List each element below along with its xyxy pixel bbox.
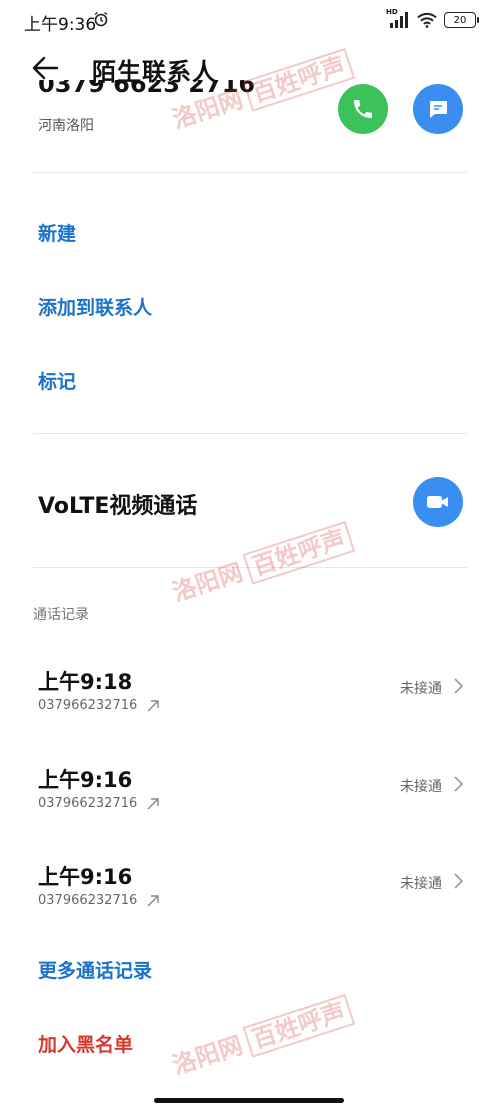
status-time: 上午9:36 (24, 15, 97, 35)
new-contact-link[interactable]: 新建 (38, 219, 76, 246)
hd-badge: HD (386, 8, 398, 16)
call-time: 上午9:18 (38, 670, 133, 694)
signal-icon: HD (386, 8, 410, 29)
watermark: 洛阳网百姓呼声 (167, 990, 356, 1081)
alarm-icon (94, 11, 108, 27)
call-status: 未接通 (400, 681, 442, 697)
outgoing-call-icon (147, 895, 159, 907)
call-number: 037966232716 (38, 698, 138, 713)
call-log-row[interactable]: 上午9:18 037966232716 未接通 (0, 662, 500, 738)
watermark-boxed: 百姓呼声 (242, 993, 356, 1058)
volte-video-call-label: VoLTE视频通话 (38, 494, 198, 519)
watermark-boxed: 百姓呼声 (242, 520, 356, 585)
more-call-log-link[interactable]: 更多通话记录 (38, 956, 152, 983)
watermark: 洛阳网百姓呼声 (167, 517, 356, 608)
home-indicator[interactable] (154, 1098, 344, 1103)
chevron-right-icon (454, 678, 464, 694)
call-status: 未接通 (400, 876, 442, 892)
call-number: 037966232716 (38, 893, 138, 908)
blacklist-link[interactable]: 加入黑名单 (38, 1030, 133, 1057)
call-log-row[interactable]: 上午9:16 037966232716 未接通 (0, 760, 500, 836)
message-button[interactable] (413, 84, 463, 134)
battery-icon: 20 (444, 12, 479, 28)
divider (33, 172, 467, 173)
outgoing-call-icon (147, 798, 159, 810)
divider (33, 433, 467, 434)
call-time: 上午9:16 (38, 865, 133, 889)
video-camera-icon (427, 496, 448, 508)
phone-location: 河南洛阳 (38, 118, 94, 134)
wifi-icon (417, 12, 437, 28)
call-status: 未接通 (400, 779, 442, 795)
outgoing-call-icon (147, 700, 159, 712)
call-time: 上午9:16 (38, 768, 133, 792)
call-number: 037966232716 (38, 796, 138, 811)
back-arrow-icon[interactable] (30, 54, 60, 82)
add-to-contacts-link[interactable]: 添加到联系人 (38, 293, 152, 320)
status-icons: HD 20 (386, 8, 479, 30)
chevron-right-icon (454, 873, 464, 889)
mark-link[interactable]: 标记 (38, 367, 76, 394)
battery-level: 20 (453, 14, 467, 26)
watermark-text: 洛阳网 (168, 1031, 247, 1080)
message-icon (430, 101, 447, 118)
call-log-header: 通话记录 (33, 607, 89, 623)
video-call-button[interactable] (413, 477, 463, 527)
phone-icon (354, 100, 372, 118)
call-button[interactable] (338, 84, 388, 134)
watermark-text: 洛阳网 (168, 558, 247, 607)
call-log-row[interactable]: 上午9:16 037966232716 未接通 (0, 857, 500, 933)
chevron-right-icon (454, 776, 464, 792)
